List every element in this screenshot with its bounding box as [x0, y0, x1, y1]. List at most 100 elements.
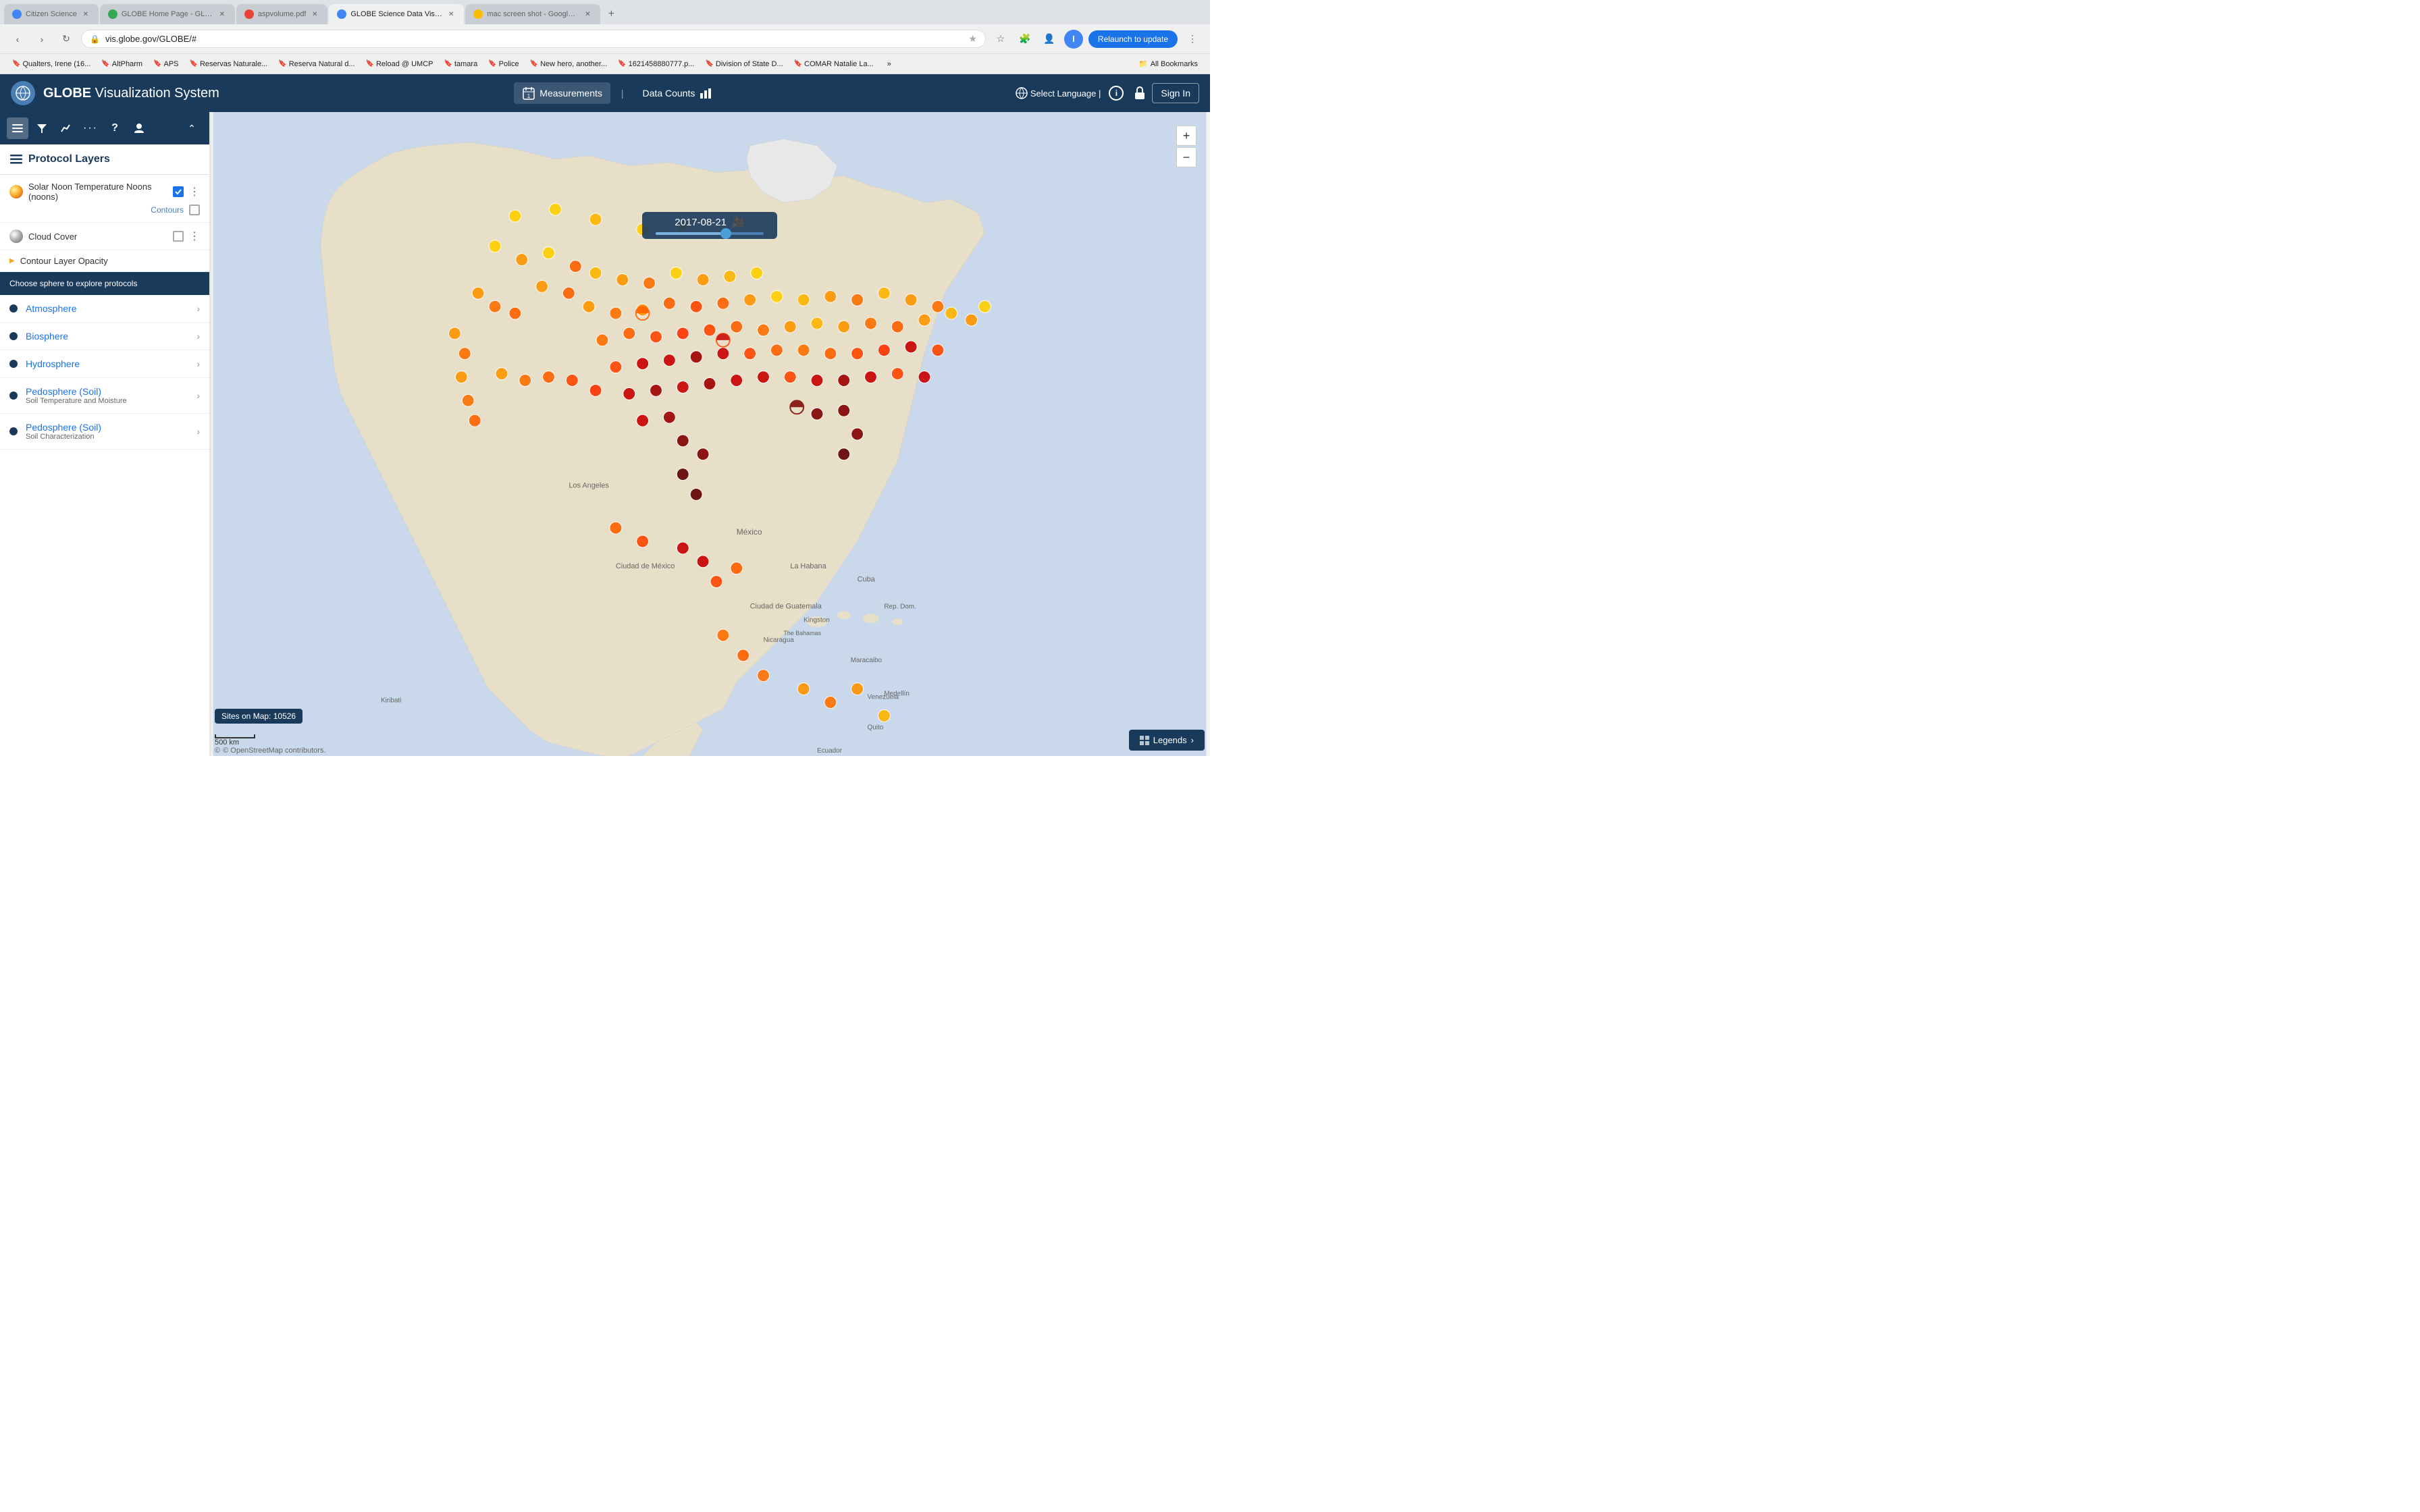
sidebar-toolbar: ··· ? ⌃ [0, 112, 209, 144]
bookmarks-overflow-button[interactable]: » [883, 59, 895, 70]
tab-google[interactable]: mac screen shot - Google Se... ✕ [465, 4, 600, 24]
data-counts-nav-item[interactable]: Data Counts [635, 82, 721, 104]
bookmark-police[interactable]: 🔖 Police [484, 59, 523, 70]
bookmark-reload[interactable]: 🔖 Reload @ UMCP [362, 59, 438, 70]
tab-pdf[interactable]: aspvolume.pdf ✕ [236, 4, 328, 24]
bookmark-altpharm[interactable]: 🔖 AltPharm [97, 59, 147, 70]
bookmark-aps[interactable]: 🔖 APS [149, 59, 182, 70]
user-toolbar-btn[interactable] [128, 117, 150, 139]
bookmark-comar[interactable]: 🔖 COMAR Natalie La... [790, 59, 878, 70]
legends-label: Legends [1153, 735, 1187, 745]
bookmark-newhero[interactable]: 🔖 New hero, another... [526, 59, 612, 70]
svg-text:Quito: Quito [868, 724, 884, 731]
extension-icon[interactable]: 🧩 [1016, 30, 1034, 49]
bookmark-label: Reservas Naturale... [200, 60, 267, 68]
tab-globe-vis[interactable]: GLOBE Science Data Visuali... ✕ [329, 4, 464, 24]
sphere-pedosphere-soil-char[interactable]: Pedosphere (Soil) Soil Characterization … [0, 414, 209, 450]
layer-cloud-cover-checkbox[interactable] [173, 231, 184, 242]
svg-text:Los Angeles: Los Angeles [569, 482, 609, 490]
chart-toolbar-btn[interactable] [55, 117, 77, 139]
sphere-atmosphere-label: Atmosphere [26, 303, 196, 314]
sphere-hydrosphere-arrow-icon: › [196, 358, 200, 369]
bookmark-icon[interactable]: ☆ [991, 30, 1010, 49]
forward-button[interactable]: › [32, 30, 51, 49]
bookmark-reservas[interactable]: 🔖 Reservas Naturale... [186, 59, 272, 70]
bookmark-reserva[interactable]: 🔖 Reserva Natural d... [274, 59, 359, 70]
sphere-pedosphere-temp-sublabel: Soil Temperature and Moisture [26, 397, 196, 405]
layer-solar-noon-checkbox[interactable] [173, 186, 184, 197]
all-bookmarks-button[interactable]: 📁All Bookmarks [1134, 58, 1202, 70]
nav-icons: ☆ 🧩 👤 I [991, 30, 1083, 49]
legends-button[interactable]: Legends › [1129, 730, 1205, 751]
back-button[interactable]: ‹ [8, 30, 27, 49]
help-toolbar-btn[interactable]: ? [104, 117, 126, 139]
tab-globe-home[interactable]: GLOBE Home Page - GLOBE... ✕ [100, 4, 235, 24]
sphere-dot [9, 304, 18, 313]
contour-opacity-header[interactable]: ▶ Contour Layer Opacity [9, 256, 200, 266]
sphere-atmosphere[interactable]: Atmosphere › [0, 295, 209, 323]
new-tab-button[interactable]: + [602, 5, 621, 24]
sphere-label-group: Pedosphere (Soil) Soil Temperature and M… [26, 386, 196, 405]
calendar-icon: 1 [522, 86, 535, 100]
sphere-hydrosphere[interactable]: Hydrosphere › [0, 350, 209, 378]
select-language-button[interactable]: Select Language | [1016, 87, 1101, 99]
svg-text:Maracaibo: Maracaibo [851, 657, 883, 664]
menu-icon[interactable]: ⋮ [1183, 30, 1202, 49]
bookmark-qualters[interactable]: 🔖 Qualters, Irene (16... [8, 59, 95, 70]
date-slider-thumb[interactable] [720, 228, 731, 239]
sphere-pedosphere-char-sublabel: Soil Characterization [26, 433, 196, 441]
layer-item-header: Cloud Cover ⋮ [9, 230, 200, 243]
collapse-sidebar-btn[interactable]: ⌃ [181, 117, 203, 139]
chart-icon [699, 86, 712, 100]
more-toolbar-btn[interactable]: ··· [80, 117, 101, 139]
sphere-atmosphere-arrow-icon: › [196, 303, 200, 314]
filter-toolbar-btn[interactable] [31, 117, 53, 139]
svg-text:Cuba: Cuba [858, 576, 876, 584]
reload-button[interactable]: ↻ [57, 30, 76, 49]
info-icon[interactable]: i [1109, 86, 1124, 101]
tab-citizen-science[interactable]: Citizen Science ✕ [4, 4, 99, 24]
tab-close-btn[interactable]: ✕ [81, 9, 90, 19]
layer-menu-button[interactable]: ⋮ [189, 185, 200, 198]
map-area[interactable]: 2017-08-21 🎥 [209, 112, 1210, 756]
sign-in-button[interactable]: Sign In [1152, 83, 1199, 103]
map-zoom-controls: + − [1176, 126, 1196, 167]
zoom-in-button[interactable]: + [1176, 126, 1196, 146]
legends-icon [1140, 736, 1149, 745]
svg-text:Nicaragua: Nicaragua [764, 637, 795, 644]
bookmark-img[interactable]: 🔖 1621458880777.p... [614, 59, 698, 70]
checkmark-icon [175, 188, 182, 195]
tab-close-btn[interactable]: ✕ [446, 9, 456, 19]
sphere-biosphere[interactable]: Biosphere › [0, 323, 209, 350]
contour-opacity-label: Contour Layer Opacity [20, 256, 108, 266]
protocol-layers-header: Protocol Layers [0, 144, 209, 175]
tab-favicon [337, 9, 346, 19]
profile-button[interactable]: I [1064, 30, 1083, 49]
bookmark-label: Police [499, 60, 519, 68]
bookmark-tamara[interactable]: 🔖 tamara [440, 59, 482, 70]
sphere-pedosphere-soil-temp[interactable]: Pedosphere (Soil) Soil Temperature and M… [0, 378, 209, 414]
address-bar[interactable]: 🔒 vis.globe.gov/GLOBE/# ★ [81, 30, 986, 48]
bookmarks-bar: 🔖 Qualters, Irene (16... 🔖 AltPharm 🔖 AP… [0, 54, 1210, 74]
user-profile-icon[interactable]: 👤 [1040, 30, 1059, 49]
tab-close-btn[interactable]: ✕ [217, 9, 227, 19]
bookmark-division[interactable]: 🔖 Division of State D... [701, 59, 787, 70]
tab-close-btn[interactable]: ✕ [583, 9, 592, 19]
contours-checkbox[interactable] [189, 205, 200, 215]
date-slider[interactable] [656, 232, 764, 235]
layer-color-indicator [9, 185, 23, 198]
tab-title: Citizen Science [26, 10, 77, 18]
layers-toolbar-btn[interactable] [7, 117, 28, 139]
layer-cloud-menu-button[interactable]: ⋮ [189, 230, 200, 243]
sphere-pedosphere-char-arrow-icon: › [196, 426, 200, 437]
nav-divider: | [621, 88, 624, 99]
scale-bar: 500 km [215, 734, 255, 747]
relaunch-button[interactable]: Relaunch to update [1088, 30, 1178, 48]
tab-close-btn[interactable]: ✕ [310, 9, 319, 19]
sphere-pedosphere-temp-arrow-icon: › [196, 390, 200, 401]
sphere-pedosphere-char-label: Pedosphere (Soil) [26, 422, 101, 433]
measurements-nav-item[interactable]: 1 Measurements [514, 82, 610, 104]
scale-bar-label: 500 km [215, 738, 239, 747]
select-language-label: Select Language | [1030, 88, 1101, 99]
zoom-out-button[interactable]: − [1176, 147, 1196, 167]
